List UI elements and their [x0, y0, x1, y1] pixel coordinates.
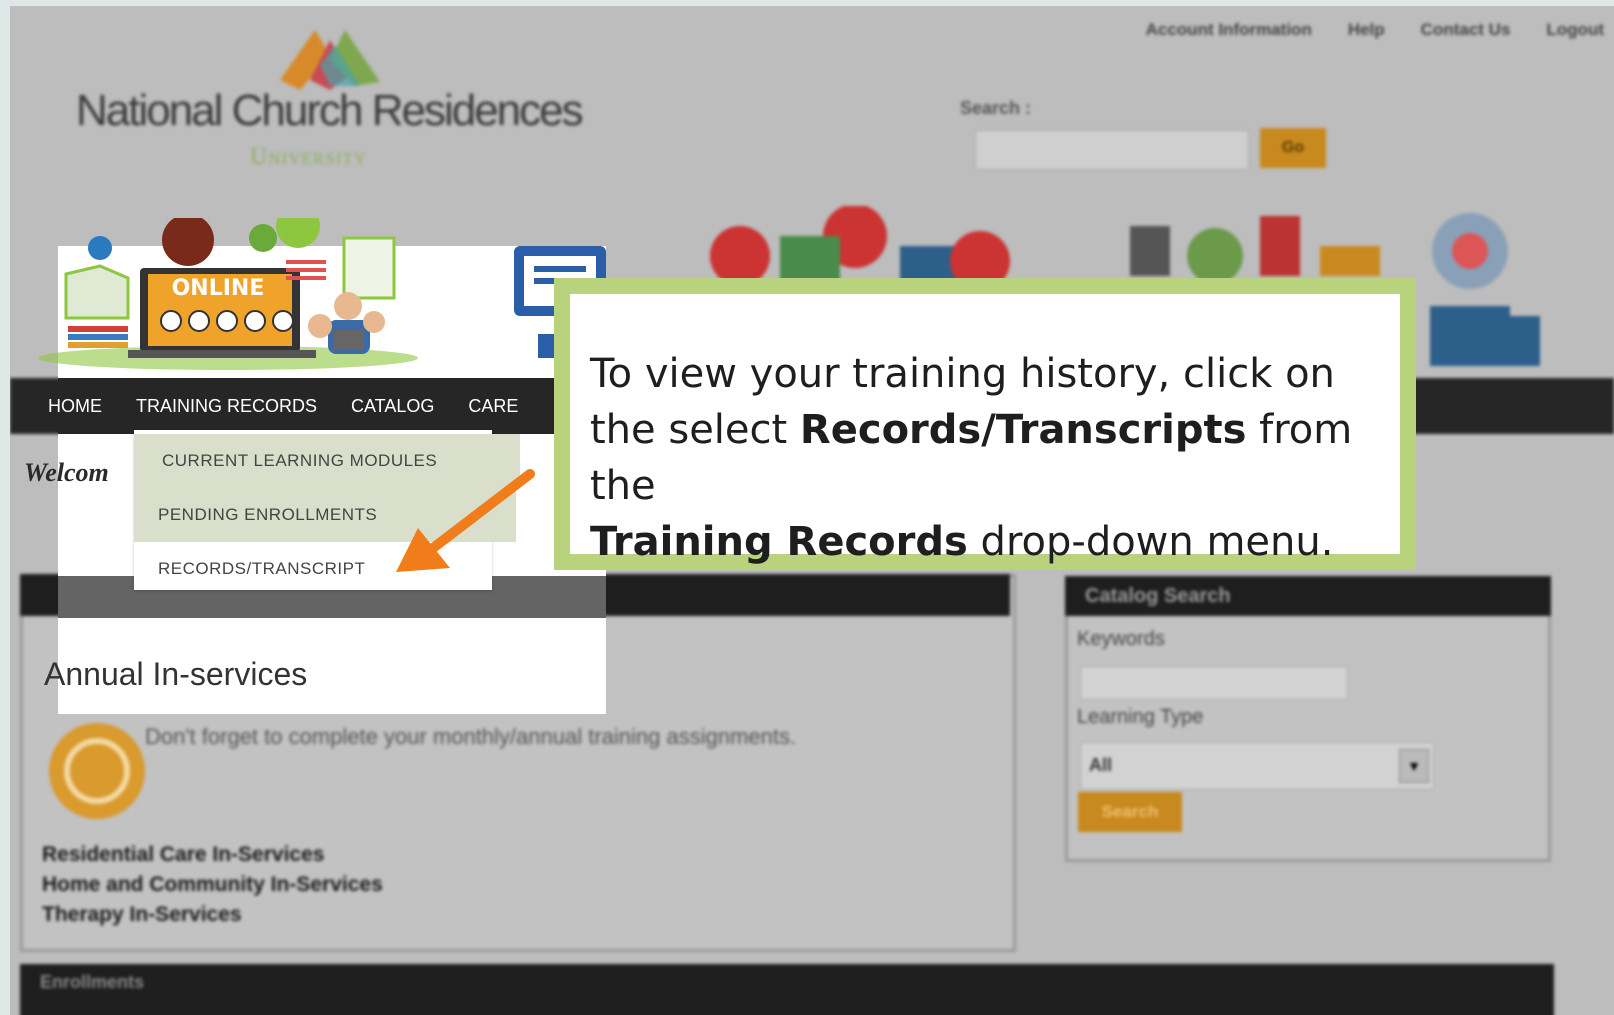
callout-bold-training-records: Training Records — [590, 519, 968, 565]
catalog-search-button[interactable]: Search — [1078, 792, 1182, 832]
nav-care[interactable]: CARE — [468, 396, 518, 417]
go-button[interactable]: Go — [1260, 128, 1326, 168]
avatar — [272, 310, 294, 332]
help-link[interactable]: Help — [1348, 20, 1385, 40]
logo-name: National Church Residences — [76, 86, 584, 135]
instruction-callout: To view your training history, click on … — [554, 278, 1416, 570]
inservice-links: Residential Care In-Services Home and Co… — [42, 840, 383, 930]
lms-page: Account Information Help Contact Us Logo… — [10, 6, 1614, 1015]
welcome-text: Welcom — [24, 458, 109, 487]
logout-link[interactable]: Logout — [1546, 20, 1604, 40]
callout-text: To view your training history, click on … — [570, 294, 1400, 565]
therapy-link[interactable]: Therapy In-Services — [42, 900, 383, 930]
top-links: Account Information Help Contact Us Logo… — [1146, 20, 1604, 40]
keywords-input[interactable] — [1080, 666, 1348, 700]
avatar — [244, 310, 266, 332]
avatar — [216, 310, 238, 332]
keywords-label: Keywords — [1077, 628, 1165, 650]
chevron-down-icon[interactable]: ▼ — [1399, 749, 1429, 783]
residential-care-link[interactable]: Residential Care In-Services — [42, 840, 383, 870]
learning-type-label: Learning Type — [1077, 706, 1204, 728]
nav-training-records[interactable]: TRAINING RECORDS — [136, 396, 317, 417]
nav-catalog[interactable]: CATALOG — [351, 396, 434, 417]
nav-home[interactable]: HOME — [48, 396, 102, 417]
inservice-badge-icon — [49, 723, 145, 819]
menu-item-label: RECORDS/TRANSCRIPT — [158, 559, 366, 578]
avatar — [188, 310, 210, 332]
callout-bold-records: Records/Transcripts — [799, 407, 1247, 453]
online-label: ONLINE — [171, 276, 265, 301]
avatar — [160, 310, 182, 332]
contact-us-link[interactable]: Contact Us — [1421, 20, 1511, 40]
learning-type-select[interactable]: All ▼ — [1080, 742, 1434, 790]
search-label: Search : — [960, 98, 1032, 118]
account-information-link[interactable]: Account Information — [1146, 20, 1312, 40]
logo-subtitle: University — [250, 144, 368, 170]
search-input[interactable] — [975, 130, 1249, 170]
logo-mark-icon — [280, 30, 380, 90]
reminder-text: Don't forget to complete your monthly/an… — [145, 724, 797, 749]
online-avatars — [160, 310, 294, 332]
callout-text-part: drop-down menu. — [967, 519, 1334, 565]
enrollments-heading: Enrollments — [20, 964, 1554, 1015]
pointer-arrow-icon — [396, 469, 535, 572]
catalog-search-heading: Catalog Search — [1065, 576, 1551, 616]
menu-item-label: PENDING ENROLLMENTS — [158, 505, 378, 524]
learning-type-value: All — [1089, 755, 1113, 775]
home-community-link[interactable]: Home and Community In-Services — [42, 870, 383, 900]
main-nav: HOME TRAINING RECORDS CATALOG CARE — [48, 378, 606, 434]
section-title: Annual In-services — [44, 656, 308, 692]
